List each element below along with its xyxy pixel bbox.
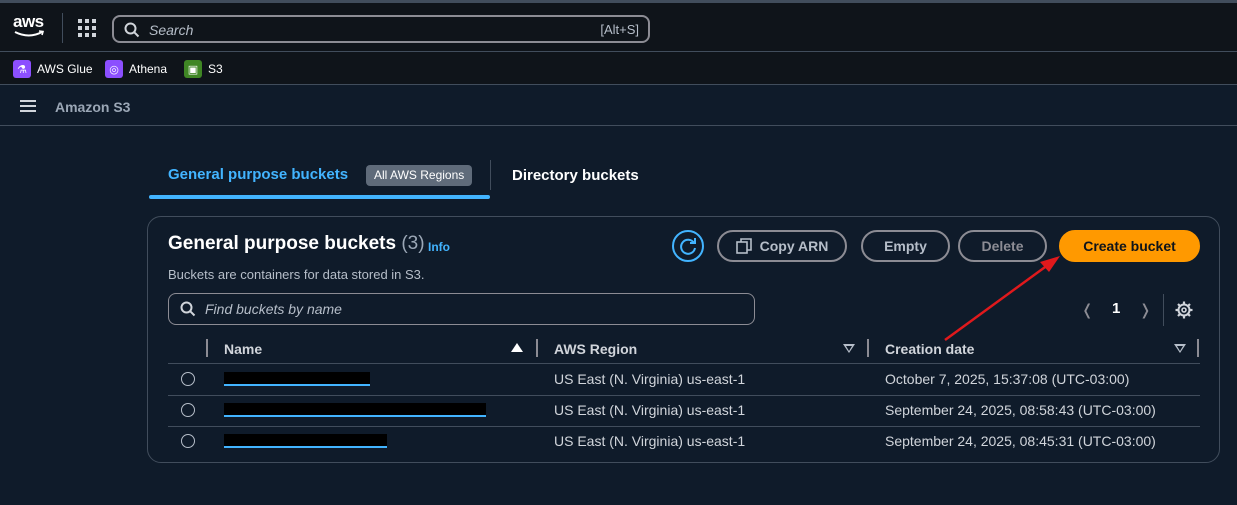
pager-divider [1163,294,1164,326]
copy-arn-label: Copy ARN [759,238,829,254]
buckets-panel: General purpose buckets (3) Info Buckets… [147,216,1220,463]
column-header-name[interactable]: Name [224,341,262,357]
aws-smile-icon [14,30,45,37]
favorite-label: AWS Glue [37,62,93,76]
regions-badge: All AWS Regions [366,165,473,186]
breadcrumb-bar: Amazon S3 [0,86,1237,126]
bucket-name-redacted[interactable] [224,403,486,417]
menu-icon[interactable] [20,100,36,112]
column-divider[interactable] [536,339,538,357]
column-header-creation-date[interactable]: Creation date [885,341,974,357]
copy-arn-button[interactable]: Copy ARN [717,230,847,262]
breadcrumb[interactable]: Amazon S3 [55,99,130,115]
search-shortcut: [Alt+S] [600,22,639,37]
refresh-icon [680,238,696,255]
copy-icon [735,238,752,254]
tab-label: General purpose buckets [168,166,349,183]
top-navigation: aws Search [Alt+S] [0,0,1237,52]
table-row[interactable]: US East (N. Virginia) us-east-1 Septembe… [168,395,1200,427]
bucket-name-redacted[interactable] [224,372,370,386]
row-region: US East (N. Virginia) us-east-1 [554,402,746,418]
row-radio[interactable] [181,403,195,417]
row-radio[interactable] [181,372,195,386]
table-row[interactable]: US East (N. Virginia) us-east-1 Septembe… [168,426,1200,457]
global-search-input[interactable]: Search [Alt+S] [112,15,650,43]
tab-divider [490,160,491,190]
active-tab-indicator [149,195,490,199]
column-divider [206,339,208,357]
create-bucket-button[interactable]: Create bucket [1059,230,1200,262]
column-header-region[interactable]: AWS Region [554,341,637,357]
table-row[interactable]: US East (N. Virginia) us-east-1 October … [168,364,1200,396]
search-icon [180,301,196,317]
search-placeholder: Search [149,22,194,38]
chevron-right-icon[interactable]: ❭ [1139,301,1152,319]
column-divider[interactable] [1197,339,1199,357]
row-created: October 7, 2025, 15:37:08 (UTC-03:00) [885,371,1130,387]
refresh-button[interactable] [672,230,704,262]
panel-title-text: General purpose buckets [168,233,397,254]
s3-icon: ▣ [184,60,202,78]
row-region: US East (N. Virginia) us-east-1 [554,371,746,387]
column-divider[interactable] [867,339,869,357]
athena-icon: ◎ [105,60,123,78]
row-radio[interactable] [181,434,195,448]
chevron-left-icon[interactable]: ❬ [1081,301,1094,319]
find-buckets-placeholder: Find buckets by name [205,301,342,317]
favorite-label: S3 [208,62,223,76]
row-created: September 24, 2025, 08:45:31 (UTC-03:00) [885,433,1156,449]
info-link[interactable]: Info [428,240,450,254]
favorite-s3[interactable]: ▣ S3 [184,60,223,78]
page-number[interactable]: 1 [1112,300,1120,317]
gear-icon[interactable] [1175,301,1193,319]
delete-button[interactable]: Delete [958,230,1047,262]
aws-logo[interactable]: aws [13,13,47,41]
find-buckets-input[interactable]: Find buckets by name [168,293,755,325]
panel-title: General purpose buckets (3) [168,233,425,255]
services-grid-icon[interactable] [78,19,96,37]
tab-general-purpose-buckets[interactable]: General purpose buckets All AWS Regions [149,156,490,199]
sort-ascending-icon[interactable] [511,343,523,352]
bucket-tabs: General purpose buckets All AWS Regions … [149,156,669,200]
aws-logo-text: aws [13,12,44,31]
favorite-aws-glue[interactable]: ⚗ AWS Glue [13,60,93,78]
tab-directory-buckets[interactable]: Directory buckets [512,167,639,184]
sort-icon[interactable] [843,344,855,353]
aws-glue-icon: ⚗ [13,60,31,78]
favorite-label: Athena [129,62,168,76]
favorites-bar: ⚗ AWS Glue ◎ Athena ▣ S3 [0,52,1237,85]
row-region: US East (N. Virginia) us-east-1 [554,433,746,449]
search-icon [124,22,140,38]
bucket-name-redacted[interactable] [224,434,387,448]
panel-description: Buckets are containers for data stored i… [168,267,425,282]
table-header: Name AWS Region Creation date [168,337,1200,364]
nav-divider [62,13,63,43]
favorite-athena[interactable]: ◎ Athena [105,60,167,78]
sort-icon[interactable] [1174,344,1186,353]
row-created: September 24, 2025, 08:58:43 (UTC-03:00) [885,402,1156,418]
bucket-count: (3) [401,233,425,254]
empty-button[interactable]: Empty [861,230,950,262]
